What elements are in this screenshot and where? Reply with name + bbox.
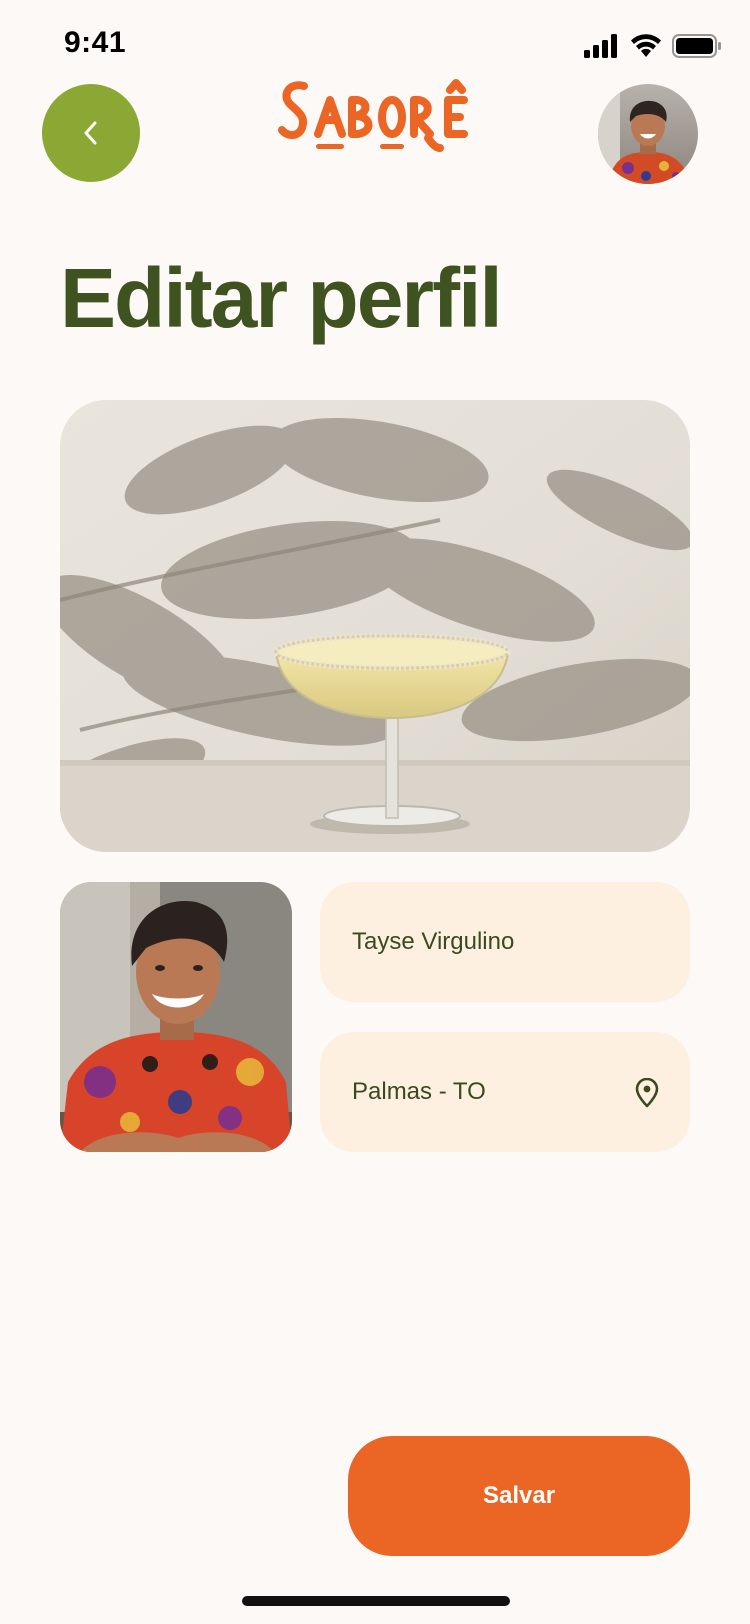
sabore-logo [278,79,468,152]
battery-icon [672,34,721,58]
home-indicator [242,1596,510,1606]
app-logo [276,78,480,154]
cover-image[interactable] [60,400,690,852]
page-title: Editar perfil [60,251,503,345]
status-icons [584,32,722,60]
chevron-left-icon [84,121,97,145]
name-field[interactable] [320,882,690,1002]
profile-photo[interactable] [60,882,292,1152]
status-time: 9:41 [64,26,127,59]
location-input[interactable] [352,1078,658,1106]
name-input[interactable] [352,928,658,956]
location-field[interactable] [320,1032,690,1152]
wifi-icon [631,34,661,57]
back-button[interactable] [42,84,140,182]
signal-icon [584,34,617,58]
map-pin-icon [635,1078,659,1108]
user-avatar[interactable] [598,84,698,184]
save-button[interactable]: Salvar [348,1436,690,1556]
